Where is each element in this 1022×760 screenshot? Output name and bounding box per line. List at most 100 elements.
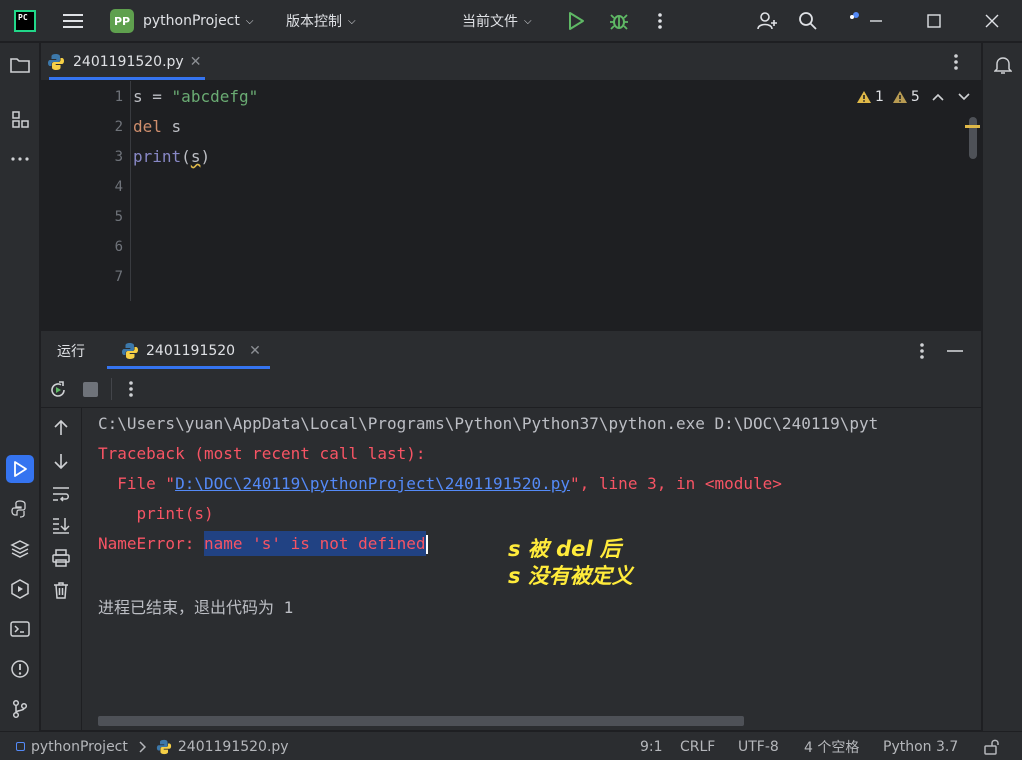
more-tools-icon[interactable] xyxy=(6,145,34,173)
run-console[interactable]: C:\Users\yuan\AppData\Local\Programs\Pyt… xyxy=(82,408,981,730)
breadcrumb-file[interactable]: 2401191520.py xyxy=(178,739,289,755)
project-badge: PP xyxy=(110,9,134,33)
code-token: ) xyxy=(200,147,211,166)
console-error-line: NameError: name 's' is not defined xyxy=(98,531,428,556)
warning-count: 1 xyxy=(875,89,884,105)
console-selected-text: name 's' is not defined xyxy=(203,531,426,556)
indent-setting[interactable]: 4 个空格 xyxy=(804,732,859,760)
ide-settings-icon[interactable] xyxy=(848,0,862,42)
problems-icon[interactable] xyxy=(6,655,34,683)
run-icon[interactable] xyxy=(566,0,586,42)
soft-wrap-icon[interactable] xyxy=(51,484,71,504)
weak-warning-count: 5 xyxy=(910,89,920,105)
line-number: 7 xyxy=(114,269,123,285)
python-file-icon xyxy=(47,53,65,71)
warning-marker[interactable] xyxy=(965,125,980,128)
more-options-icon[interactable] xyxy=(126,379,136,399)
arrow-down-icon[interactable] xyxy=(51,451,71,471)
panel-options-icon[interactable] xyxy=(917,341,927,361)
git-icon[interactable] xyxy=(6,695,34,723)
run-config-tab-label: 2401191520 xyxy=(146,342,236,359)
debug-icon[interactable] xyxy=(608,0,630,42)
scroll-to-end-icon[interactable] xyxy=(51,515,71,535)
console-file-link[interactable]: D:\DOC\240119\pythonProject\2401191520.p… xyxy=(175,474,570,493)
line-number: 1 xyxy=(114,89,123,105)
line-number: 4 xyxy=(114,179,123,195)
arrow-up-icon[interactable] xyxy=(51,418,71,438)
run-toolbar xyxy=(41,370,981,408)
chevron-down-icon[interactable] xyxy=(958,92,970,102)
run-tool-icon[interactable] xyxy=(6,455,34,483)
caret-position[interactable]: 9:1 xyxy=(640,732,663,760)
print-icon[interactable] xyxy=(51,548,71,568)
folder-icon[interactable] xyxy=(6,51,34,79)
tab-close-icon[interactable]: ✕ xyxy=(249,343,261,359)
more-actions-icon[interactable] xyxy=(655,0,665,42)
line-separator[interactable]: CRLF xyxy=(680,732,715,760)
layers-icon[interactable] xyxy=(6,535,34,563)
line-number: 6 xyxy=(114,239,123,255)
run-config-selector[interactable]: 当前文件 ⌵ xyxy=(462,0,532,42)
notifications-icon[interactable] xyxy=(989,51,1017,79)
annotation: s 被 del 后 s 没有被定义 xyxy=(508,536,633,590)
editor-scrollbar[interactable] xyxy=(969,117,977,159)
close-icon[interactable] xyxy=(984,0,1000,42)
console-command: C:\Users\yuan\AppData\Local\Programs\Pyt… xyxy=(98,414,879,433)
run-config-tab[interactable]: 2401191520 ✕ xyxy=(121,331,261,370)
console-text: NameError: xyxy=(98,534,204,553)
code-token: = xyxy=(142,87,172,106)
tab-options-icon[interactable] xyxy=(951,52,961,72)
console-text: File " xyxy=(98,474,176,493)
editor-tab[interactable]: 2401191520.py ✕ xyxy=(47,43,201,80)
inspection-widget[interactable]: 1 5 xyxy=(856,89,970,105)
chevron-down-icon: ⌵ xyxy=(348,15,356,27)
services-icon[interactable] xyxy=(6,575,34,603)
python-interpreter[interactable]: Python 3.7 xyxy=(883,732,958,760)
project-switcher[interactable]: PP pythonProject ⌵ xyxy=(110,0,253,42)
run-panel-title: 运行 xyxy=(57,343,85,360)
terminal-icon[interactable] xyxy=(6,615,34,643)
code-token: s xyxy=(161,117,182,136)
line-number: 2 xyxy=(114,119,123,135)
console-actions xyxy=(41,408,81,730)
minimize-icon[interactable] xyxy=(868,0,884,42)
warning-icon xyxy=(856,90,872,104)
code-builtin: print xyxy=(133,147,182,166)
python-console-icon[interactable] xyxy=(6,495,34,523)
console-horizontal-scrollbar[interactable] xyxy=(98,716,744,726)
weak-warning-icon xyxy=(892,90,908,104)
line-number: 3 xyxy=(114,149,123,165)
tab-close-icon[interactable]: ✕ xyxy=(190,54,202,70)
maximize-icon[interactable] xyxy=(926,0,942,42)
add-user-icon[interactable] xyxy=(756,0,778,42)
pycharm-logo-icon[interactable]: PC xyxy=(14,10,36,32)
active-tab-indicator xyxy=(49,77,205,80)
chevron-right-icon xyxy=(138,740,146,753)
run-panel-header: 运行 2401191520 ✕ xyxy=(41,331,981,370)
trash-icon[interactable] xyxy=(51,580,71,600)
structure-icon[interactable] xyxy=(6,105,34,133)
annotation-line: s 被 del 后 xyxy=(508,537,621,561)
code-editor[interactable]: 1 2 3 4 5 6 7 s = "abcdefg" del s print(… xyxy=(41,81,981,301)
vcs-menu[interactable]: 版本控制 ⌵ xyxy=(286,0,356,42)
chevron-down-icon: ⌵ xyxy=(524,15,532,27)
gutter-separator xyxy=(130,81,131,301)
breadcrumb-project[interactable]: pythonProject xyxy=(31,739,128,755)
code-token: s xyxy=(133,87,143,106)
code-line-1: s = "abcdefg" xyxy=(133,87,258,106)
hide-panel-icon[interactable] xyxy=(947,349,963,353)
python-file-icon xyxy=(121,342,139,360)
code-token: ( xyxy=(181,147,191,166)
chevron-up-icon[interactable] xyxy=(932,92,944,102)
search-icon[interactable] xyxy=(798,0,818,42)
lock-icon[interactable] xyxy=(983,732,1001,760)
stop-icon[interactable] xyxy=(83,382,98,397)
left-tool-window-bar xyxy=(0,43,40,733)
main-menu-icon[interactable] xyxy=(62,0,84,42)
file-encoding[interactable]: UTF-8 xyxy=(738,732,779,760)
status-bar: pythonProject 2401191520.py 9:1 CRLF UTF… xyxy=(0,731,1022,760)
console-traceback: Traceback (most recent call last): xyxy=(98,444,426,463)
chevron-down-icon: ⌵ xyxy=(245,15,254,27)
console-code-line: print(s) xyxy=(98,504,214,523)
rerun-icon[interactable] xyxy=(48,380,68,400)
